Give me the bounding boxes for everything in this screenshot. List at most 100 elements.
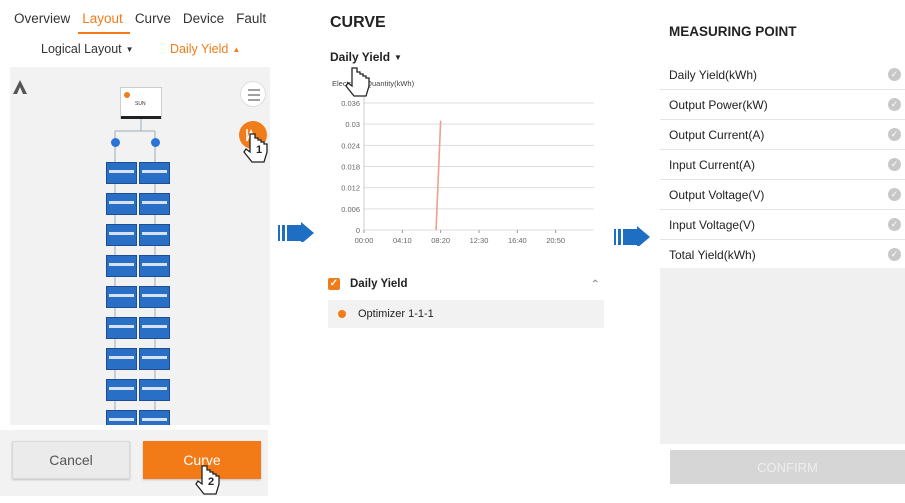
- active-tab-indicator: [78, 32, 130, 34]
- legend-header-label: Daily Yield: [350, 278, 408, 290]
- top-tabs: Overview Layout Curve Device Fault: [0, 0, 268, 36]
- pv-panel[interactable]: [139, 162, 170, 184]
- status-dot: [124, 92, 130, 98]
- list-item[interactable]: Output Current(A) ✓: [660, 120, 905, 150]
- measuring-point-list: Daily Yield(kWh) ✓ Output Power(kW) ✓ Outp…: [660, 60, 905, 270]
- optimizer-row[interactable]: [106, 317, 170, 339]
- series-line: [435, 120, 442, 231]
- pv-panel[interactable]: [139, 286, 170, 308]
- chevron-up-icon[interactable]: ⌃: [590, 277, 600, 291]
- next-step-arrow-icon: [614, 226, 650, 246]
- logical-layout-dropdown[interactable]: Logical Layout ▼: [41, 42, 134, 56]
- y-tick-label: 0.012: [341, 184, 360, 193]
- pv-panel[interactable]: [139, 193, 170, 215]
- list-icon[interactable]: [240, 81, 266, 107]
- pv-panel[interactable]: [139, 410, 170, 425]
- list-item[interactable]: Output Voltage(V) ✓: [660, 180, 905, 210]
- optimizer-row[interactable]: [106, 410, 170, 425]
- tab-curve[interactable]: Curve: [129, 11, 177, 26]
- caret-down-icon: ▼: [125, 44, 134, 54]
- caret-up-icon: ▲: [232, 44, 241, 54]
- string-node: [111, 138, 120, 147]
- pv-panel[interactable]: [106, 317, 137, 339]
- check-circle-icon[interactable]: ✓: [888, 188, 901, 201]
- y-tick-label: 0.03: [345, 120, 360, 129]
- list-item[interactable]: Input Current(A) ✓: [660, 150, 905, 180]
- check-circle-icon[interactable]: ✓: [888, 128, 901, 141]
- check-circle-icon[interactable]: ✓: [888, 68, 901, 81]
- page-title: MEASURING POINT: [669, 24, 797, 39]
- y-tick-label: 0.036: [341, 99, 360, 108]
- pv-panel[interactable]: [139, 255, 170, 277]
- optimizer-row[interactable]: [106, 286, 170, 308]
- y-tick-label: 0.018: [341, 163, 360, 172]
- x-tick-label: 04:10: [393, 236, 412, 245]
- list-item-label: Input Voltage(V): [669, 217, 756, 232]
- layout-canvas[interactable]: SUN: [10, 67, 270, 425]
- y-tick-label: 0.024: [341, 141, 360, 150]
- tap-hand-icon: 1: [242, 130, 270, 166]
- optimizer-row[interactable]: [106, 255, 170, 277]
- pv-panel[interactable]: [106, 193, 137, 215]
- list-item[interactable]: Output Power(kW) ✓: [660, 90, 905, 120]
- legend-header[interactable]: ✓ Daily Yield ⌃: [328, 272, 604, 296]
- tap-hand-icon: 2: [194, 462, 222, 498]
- daily-yield-dropdown[interactable]: Daily Yield ▲: [170, 42, 240, 56]
- pv-panel[interactable]: [139, 317, 170, 339]
- pv-panel[interactable]: [106, 379, 137, 401]
- page-title: CURVE: [330, 14, 386, 31]
- tab-fault[interactable]: Fault: [230, 11, 272, 26]
- pv-panel[interactable]: [139, 224, 170, 246]
- check-circle-icon[interactable]: ✓: [888, 248, 901, 261]
- next-step-arrow-icon: [278, 222, 314, 242]
- pv-panel[interactable]: [139, 348, 170, 370]
- pv-panel[interactable]: [106, 162, 137, 184]
- check-circle-icon[interactable]: ✓: [888, 98, 901, 111]
- confirm-button[interactable]: CONFIRM: [670, 450, 905, 484]
- layout-screen: Overview Layout Curve Device Fault Logic…: [0, 0, 270, 498]
- list-item[interactable]: Total Yield(kWh) ✓: [660, 240, 905, 270]
- list-item-label: Input Current(A): [669, 157, 756, 172]
- check-circle-icon[interactable]: ✓: [888, 218, 901, 231]
- cancel-button[interactable]: Cancel: [12, 441, 130, 479]
- optimizer-row[interactable]: [106, 162, 170, 184]
- check-circle-icon[interactable]: ✓: [888, 158, 901, 171]
- tab-overview[interactable]: Overview: [8, 11, 76, 26]
- pv-panel[interactable]: [139, 379, 170, 401]
- legend-item-label: Optimizer 1-1-1: [358, 308, 434, 320]
- optimizer-row[interactable]: [106, 379, 170, 401]
- x-tick-label: 16:40: [508, 236, 527, 245]
- x-tick-label: 00:00: [355, 236, 374, 245]
- list-item-label: Output Power(kW): [669, 97, 768, 112]
- list-item[interactable]: Daily Yield(kWh) ✓: [660, 60, 905, 90]
- tab-device[interactable]: Device: [177, 11, 230, 26]
- list-item-label: Output Current(A): [669, 127, 765, 142]
- inverter-label: SUN: [135, 101, 146, 107]
- list-empty-area: [660, 268, 905, 444]
- pv-panel[interactable]: [106, 348, 137, 370]
- curve-selector[interactable]: Daily Yield ▼: [330, 50, 402, 64]
- legend-item[interactable]: Optimizer 1-1-1: [328, 300, 604, 328]
- y-tick-label: 0.006: [341, 205, 360, 214]
- x-tick-label: 20:50: [546, 236, 565, 245]
- step-number: 2: [208, 476, 215, 488]
- x-tick-label: 12:30: [470, 236, 489, 245]
- x-tick-label: 08:20: [431, 236, 450, 245]
- inverter-device[interactable]: SUN: [120, 87, 162, 119]
- checkbox-checked-icon[interactable]: ✓: [328, 278, 340, 290]
- pv-panel[interactable]: [106, 255, 137, 277]
- list-item-label: Output Voltage(V): [669, 187, 765, 202]
- logical-layout-label: Logical Layout: [41, 42, 122, 56]
- pv-panel[interactable]: [106, 224, 137, 246]
- optimizer-row[interactable]: [106, 348, 170, 370]
- yield-chart: 0 0.006 0.012 0.018 0.024 0.03 0.036 00:00 04:10…: [341, 97, 594, 245]
- layout-subbar: Logical Layout ▼ Daily Yield ▲: [0, 36, 268, 64]
- optimizer-row[interactable]: [106, 193, 170, 215]
- daily-yield-label: Daily Yield: [170, 42, 229, 56]
- pv-panel[interactable]: [106, 286, 137, 308]
- tab-layout[interactable]: Layout: [76, 11, 129, 26]
- optimizer-row[interactable]: [106, 224, 170, 246]
- list-item[interactable]: Input Voltage(V) ✓: [660, 210, 905, 240]
- pv-panel[interactable]: [106, 410, 137, 425]
- y-tick-label: 0: [356, 226, 360, 235]
